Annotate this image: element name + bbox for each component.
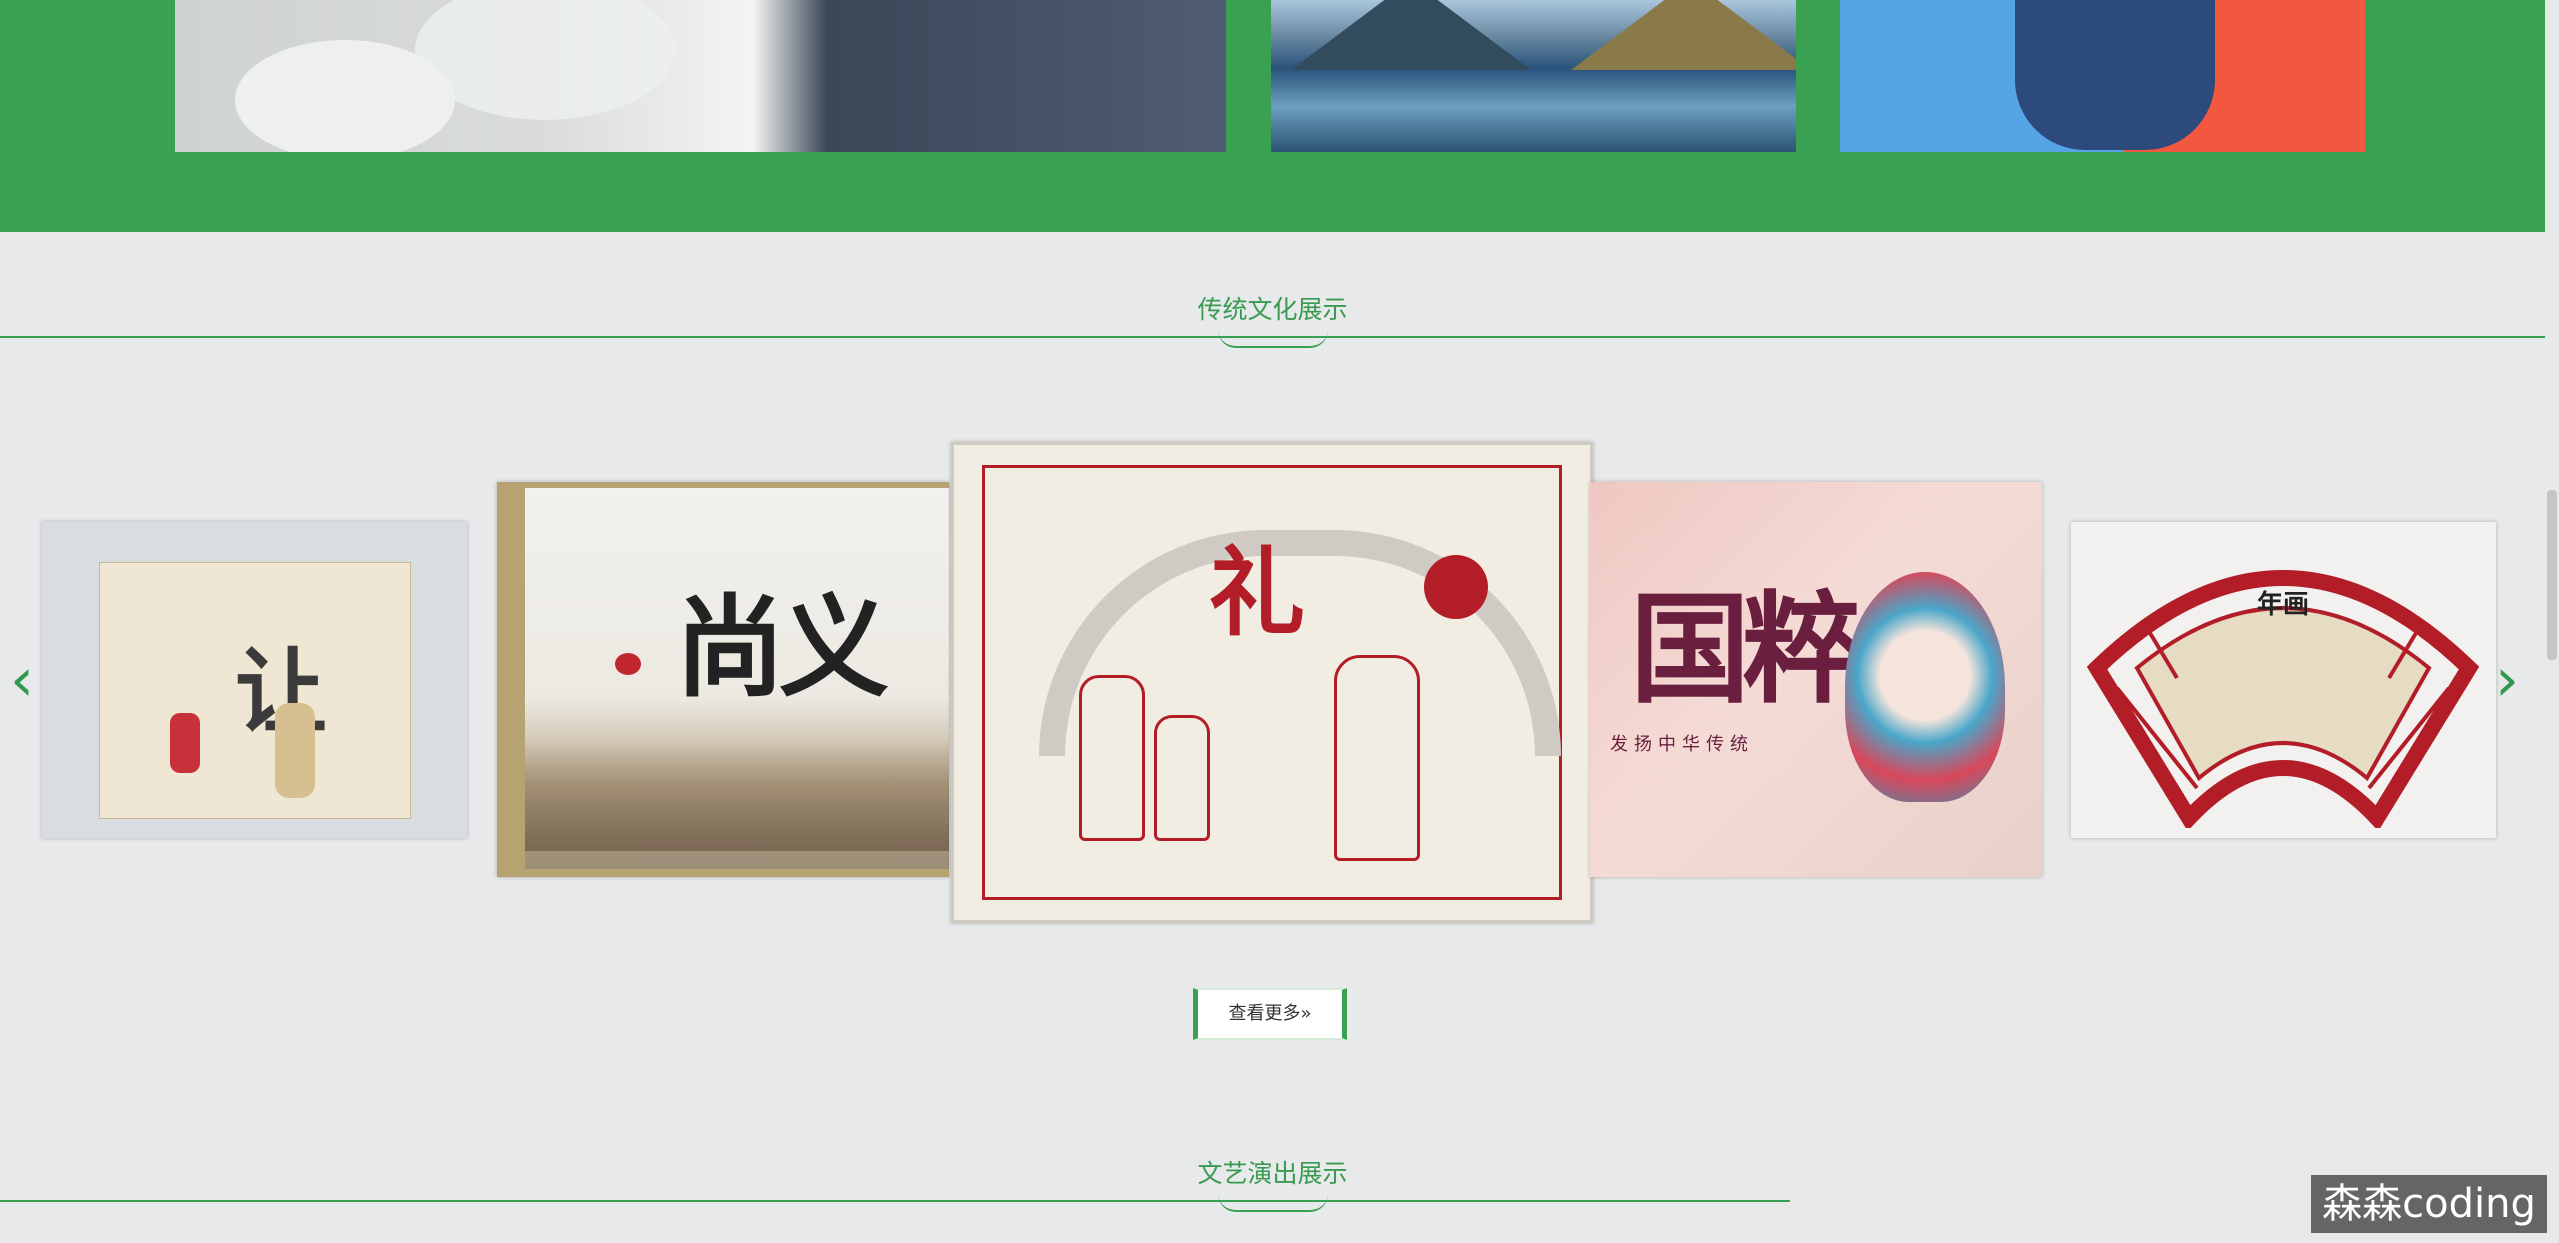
chevron-right-icon[interactable]: › bbox=[2495, 650, 2519, 710]
fan-frame bbox=[2086, 570, 2480, 828]
opera-figure bbox=[1845, 572, 2005, 802]
title-divider-arc bbox=[1218, 330, 1328, 348]
figure-child bbox=[1079, 675, 1145, 841]
title-divider bbox=[0, 1200, 1790, 1202]
top-image-gamepad[interactable] bbox=[1840, 0, 2365, 152]
watermark: 森森coding bbox=[2311, 1175, 2547, 1233]
view-more-button[interactable]: 查看更多» bbox=[1193, 988, 1347, 1040]
poster-title: 国粹 bbox=[1630, 579, 1862, 720]
carousel-card[interactable]: 尚义 bbox=[497, 482, 949, 877]
seal-stamp bbox=[1424, 555, 1488, 619]
figure-child bbox=[1154, 715, 1210, 841]
figure-child bbox=[170, 713, 200, 773]
carousel-card[interactable]: 国粹 发扬中华传统 bbox=[1590, 482, 2042, 877]
carousel-card[interactable]: 让 bbox=[42, 522, 467, 838]
figure-elder bbox=[275, 703, 315, 798]
carousel-card[interactable]: 年画 bbox=[2071, 522, 2496, 838]
carousel-card-active[interactable]: 礼 bbox=[951, 442, 1593, 923]
seal-stamp bbox=[615, 653, 641, 675]
culture-carousel: 让 尚义 礼 国粹 发扬中华传统 年画 bbox=[0, 430, 2545, 930]
poster-title: 礼 bbox=[1209, 536, 1305, 649]
section-title-culture: 传统文化展示 bbox=[1197, 295, 1348, 324]
poster-image: 尚义 bbox=[525, 488, 949, 869]
title-divider-arc bbox=[1218, 1194, 1328, 1212]
gamepad-icon bbox=[2015, 0, 2215, 150]
chevron-left-icon[interactable]: ‹ bbox=[10, 650, 34, 710]
top-image-skyscraper[interactable] bbox=[175, 0, 1226, 152]
top-image-lake[interactable] bbox=[1271, 0, 1796, 152]
poster-title: 年画 bbox=[2257, 590, 2310, 620]
poster-title: 尚义 bbox=[675, 583, 889, 712]
mountain-shape bbox=[1291, 0, 1531, 70]
poster-subtitle: 发扬中华传统 bbox=[1610, 734, 1754, 755]
section-title-performance: 文艺演出展示 bbox=[1197, 1159, 1348, 1188]
landscape-shape bbox=[525, 741, 949, 851]
scrollbar-thumb[interactable] bbox=[2547, 490, 2557, 660]
poster-image: 让 bbox=[99, 562, 411, 819]
figure-elder bbox=[1334, 655, 1420, 861]
mountain-shape bbox=[1571, 0, 1796, 70]
